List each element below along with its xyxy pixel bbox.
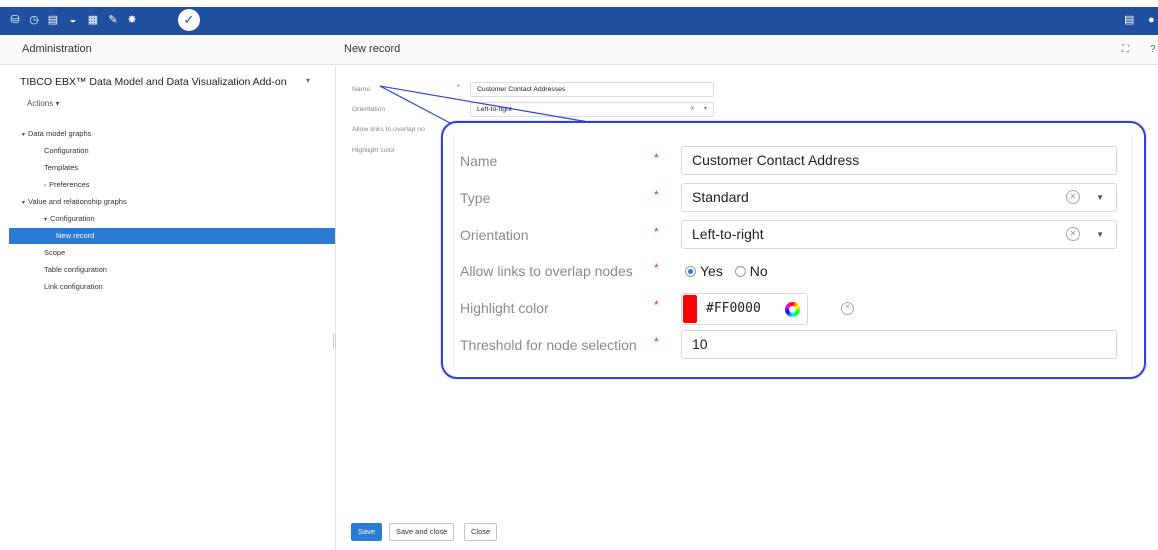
user-icon[interactable]: ●	[1148, 13, 1155, 27]
required-mark: *	[654, 151, 659, 165]
required-mark: *	[654, 188, 659, 202]
expand-icon[interactable]: ▾	[22, 200, 25, 206]
name-label-small: Name	[352, 86, 371, 93]
orientation-select-small[interactable]: Left-to-right ⊗ ▾	[470, 102, 714, 117]
type-label: Type	[460, 190, 491, 206]
required-mark: *	[654, 298, 659, 312]
sidebar-item-label: Value and relationship graphs	[28, 197, 127, 206]
chevron-down-icon[interactable]: ▾	[704, 105, 707, 112]
overlap-no-option[interactable]: No	[734, 263, 768, 279]
highlight-label: Highlight color	[460, 300, 549, 316]
addon-title[interactable]: TIBCO EBX™ Data Model and Data Visualiza…	[20, 76, 287, 88]
zoomed-form-callout: Name * Customer Contact Address Type * S…	[441, 121, 1146, 379]
fullscreen-icon[interactable]: ⛶	[1122, 44, 1129, 55]
sidebar-item-configuration[interactable]: ▾ Configuration	[44, 211, 95, 227]
chevron-down-icon[interactable]: ▼	[1096, 193, 1104, 202]
top-toolbar: ⛁ ◷ ▤ ◒ ▦ ✎ ✸ ✓ ▤ ●	[0, 7, 1158, 35]
sidebar-item-value-and-relationship-graphs[interactable]: ▾ Value and relationship graphs	[22, 194, 127, 210]
sidebar-item-link-configuration[interactable]: Link configuration	[44, 279, 103, 295]
clear-icon[interactable]: ✕	[841, 302, 854, 315]
sidebar-item-label: New record	[56, 231, 95, 240]
sidebar-item-preferences[interactable]: › Preferences	[44, 177, 89, 193]
sidebar-item-data-model-graphs[interactable]: ▾ Data model graphs	[22, 126, 91, 142]
orientation-select[interactable]: Left-to-right ✕ ▼	[681, 220, 1117, 249]
clock-icon[interactable]: ◷	[27, 13, 41, 27]
clear-icon[interactable]: ✕	[1066, 227, 1080, 241]
pin-icon[interactable]: ✸	[125, 13, 139, 27]
save-and-close-button[interactable]: Save and close	[389, 523, 455, 541]
help-icon[interactable]: ?	[1150, 44, 1156, 55]
table-icon[interactable]: ▦	[86, 13, 100, 27]
type-select[interactable]: Standard ✕ ▼	[681, 183, 1117, 212]
required-mark: *	[654, 225, 659, 239]
expand-icon[interactable]: ▾	[22, 132, 25, 138]
required-mark: *	[457, 84, 460, 91]
database-icon[interactable]: ⛁	[8, 13, 22, 27]
zoomed-form: Name * Customer Contact Address Type * S…	[453, 133, 1132, 370]
actions-menu[interactable]: Actions ▾	[27, 99, 59, 108]
name-label: Name	[460, 153, 498, 169]
chevron-down-icon[interactable]: ▼	[1096, 230, 1104, 239]
threshold-label: Threshold for node selection	[460, 337, 637, 353]
sidebar-item-templates[interactable]: Templates	[44, 160, 78, 176]
sidebar-item-label: Link configuration	[44, 282, 103, 291]
globe-icon[interactable]: ◒	[66, 13, 80, 27]
wrench-icon[interactable]: ✓	[178, 9, 200, 31]
radio-empty-icon[interactable]	[734, 266, 746, 277]
highlight-color-field[interactable]: #FF0000	[681, 293, 808, 325]
color-swatch[interactable]	[683, 295, 697, 323]
threshold-field[interactable]: 10	[681, 330, 1117, 359]
header-bar: Administration New record ⛶ ?	[0, 35, 1158, 65]
color-hex-value[interactable]: #FF0000	[706, 301, 761, 316]
required-mark: *	[654, 335, 659, 349]
sidebar: TIBCO EBX™ Data Model and Data Visualiza…	[0, 66, 336, 550]
overlap-label: Allow links to overlap nodes	[460, 263, 633, 279]
admin-title: Administration	[22, 43, 92, 55]
save-button[interactable]: Save	[351, 523, 383, 541]
sidebar-item-configuration[interactable]: Configuration	[44, 143, 89, 159]
sidebar-item-label: Table configuration	[44, 265, 107, 274]
collapse-icon[interactable]: ›	[44, 183, 46, 189]
sidebar-item-label: Data model graphs	[28, 129, 92, 138]
color-wheel-icon[interactable]	[785, 302, 800, 317]
sidebar-item-table-configuration[interactable]: Table configuration	[44, 262, 107, 278]
required-mark: *	[654, 261, 659, 275]
dataset-icon[interactable]: ▤	[46, 13, 60, 27]
orientation-label-small: Orientation	[352, 106, 386, 113]
sidebar-item-label: Preferences	[49, 180, 90, 189]
overlap-label-small: Allow links to overlap no	[352, 126, 425, 133]
sidebar-item-label: Scope	[44, 248, 66, 257]
panel-splitter[interactable]	[333, 334, 336, 348]
clear-icon[interactable]: ⊗	[690, 105, 695, 112]
overlap-yes-option[interactable]: Yes	[685, 263, 723, 279]
highlight-label-small: Highlight color	[352, 147, 396, 154]
sidebar-item-label: Templates	[44, 163, 79, 172]
overlap-radio-group: Yes No	[685, 263, 768, 279]
page-title: New record	[344, 43, 401, 55]
sidebar-item-label: Configuration	[44, 146, 89, 155]
notes-icon[interactable]: ▤	[1124, 13, 1134, 27]
close-button[interactable]: Close	[464, 523, 498, 541]
expand-icon[interactable]: ▾	[44, 217, 47, 223]
sidebar-item-scope[interactable]: Scope	[44, 245, 65, 261]
sidebar-item-new-record[interactable]: New record	[9, 228, 335, 244]
radio-selected-icon[interactable]	[685, 266, 696, 277]
orientation-label: Orientation	[460, 227, 529, 243]
name-field[interactable]: Customer Contact Address	[681, 146, 1117, 175]
clear-icon[interactable]: ✕	[1066, 190, 1080, 204]
edit-icon[interactable]: ✎	[106, 13, 120, 27]
name-field-small[interactable]: Customer Contact Addresses	[470, 82, 714, 97]
chevron-down-icon[interactable]: ▾	[306, 76, 310, 85]
sidebar-item-label: Configuration	[50, 214, 95, 223]
